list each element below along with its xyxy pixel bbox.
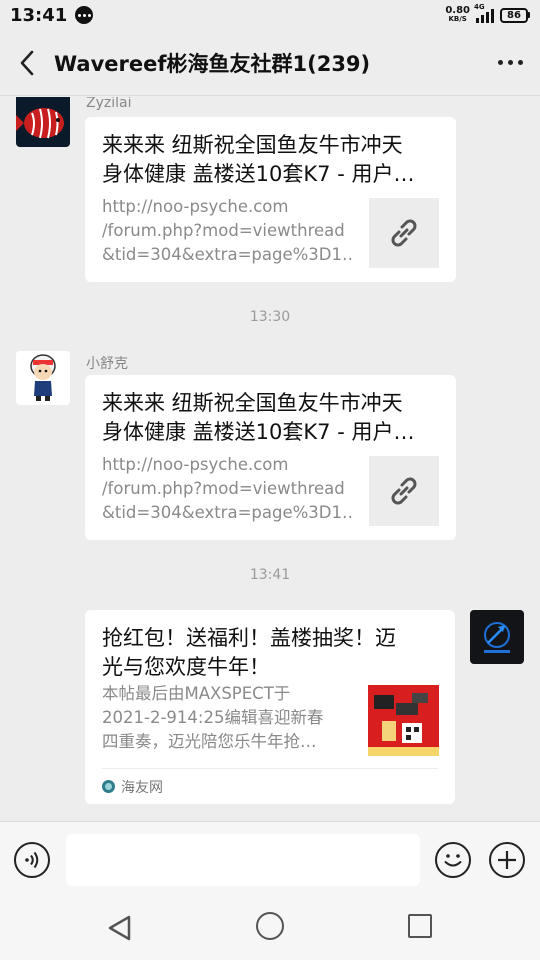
emoji-button[interactable] <box>435 842 471 878</box>
card-title-line: 来来来 纽斯祝全国鱼友牛市冲天 <box>102 133 403 157</box>
network-speed: 0.80 KB/S <box>445 6 470 24</box>
system-nav-bar <box>0 897 540 960</box>
plus-icon <box>498 851 516 869</box>
link-icon <box>391 477 417 505</box>
signal-icon: 4G <box>474 3 494 23</box>
chat-header: Wavereef彬海鱼友社群1(239) <box>0 30 540 96</box>
card-source: 海友网 <box>102 768 438 804</box>
link-thumbnail <box>369 456 439 526</box>
card-description: http://noo-psyche.com /forum.php?mod=vie… <box>102 195 352 267</box>
chat-title: Wavereef彬海鱼友社群1(239) <box>54 51 371 76</box>
nav-home-icon[interactable] <box>256 912 284 940</box>
network-type: 4G <box>474 3 485 11</box>
card-desc-line: /forum.php?mod=viewthread <box>102 479 345 498</box>
battery-icon: 86 <box>500 7 530 23</box>
network-speed-value: 0.80 <box>445 5 470 16</box>
card-title: 来来来 纽斯祝全国鱼友牛市冲天 身体健康 盖楼送10套K7 - 用户… <box>102 389 442 447</box>
voice-button[interactable] <box>14 842 50 878</box>
link-thumbnail <box>369 198 439 268</box>
link-card[interactable]: 来来来 纽斯祝全国鱼友牛市冲天 身体健康 盖楼送10套K7 - 用户… http… <box>85 375 456 540</box>
more-button[interactable] <box>480 30 540 96</box>
back-button[interactable] <box>0 30 54 96</box>
card-description: 本帖最后由MAXSPECT于 2021-2-914:25编辑喜迎新春 四重奏，迈… <box>102 682 358 754</box>
site-logo-icon <box>102 780 115 793</box>
status-time: 13:41 <box>10 4 68 26</box>
card-desc-line: http://noo-psyche.com <box>102 197 289 216</box>
card-desc-line: &tid=304&extra=page%3D1… <box>102 245 352 264</box>
sender-name: 小舒克 <box>86 356 128 372</box>
nav-recent-icon[interactable] <box>408 914 432 938</box>
card-desc-line: http://noo-psyche.com <box>102 455 289 474</box>
chevron-left-icon <box>20 50 34 75</box>
link-card[interactable]: 抢红包！送福利！盖楼抽奖！迈 光与您欢度牛年！ 本帖最后由MAXSPECT于 2… <box>85 610 455 804</box>
plus-button[interactable] <box>489 842 525 878</box>
card-title-line: 抢红包！送福利！盖楼抽奖！迈 <box>102 626 396 650</box>
card-title-line: 来来来 纽斯祝全国鱼友牛市冲天 <box>102 391 403 415</box>
nav-back-button[interactable] <box>105 913 135 943</box>
card-desc-line: &tid=304&extra=page%3D1… <box>102 503 352 522</box>
sender-name: Zyzilai <box>86 97 132 111</box>
avatar[interactable] <box>16 351 70 405</box>
message-notification-icon <box>75 6 94 24</box>
more-dots-icon <box>497 60 503 65</box>
nav-back-icon <box>108 915 131 941</box>
emoji-icon <box>444 854 462 867</box>
avatar[interactable] <box>470 610 524 664</box>
time-separator: 13:41 <box>249 567 291 583</box>
card-title: 来来来 纽斯祝全国鱼友牛市冲天 身体健康 盖楼送10套K7 - 用户… <box>102 131 442 189</box>
card-desc-line: 四重奏，迈光陪您乐牛年抢… <box>102 732 317 751</box>
card-title-line: 身体健康 盖楼送10套K7 - 用户… <box>102 420 415 444</box>
input-bar <box>0 821 540 897</box>
chat-area[interactable]: Zyzilai 来来来 纽斯祝全国鱼友牛市冲天 身体健康 盖楼送10套K7 - … <box>0 97 540 821</box>
status-indicators: 0.80 KB/S 4G 86 <box>445 3 530 24</box>
voice-icon <box>25 851 39 869</box>
link-icon <box>391 219 417 247</box>
status-bar: 13:41 0.80 KB/S 4G 86 <box>0 0 540 30</box>
card-title-line: 光与您欢度牛年！ <box>102 655 270 679</box>
message-input[interactable] <box>66 834 420 886</box>
card-title-line: 身体健康 盖楼送10套K7 - 用户… <box>102 162 415 186</box>
card-title: 抢红包！送福利！盖楼抽奖！迈 光与您欢度牛年！ <box>102 624 442 682</box>
card-desc-line: /forum.php?mod=viewthread <box>102 221 345 240</box>
card-desc-line: 2021-2-914:25编辑喜迎新春 <box>102 708 324 727</box>
time-separator: 13:30 <box>249 309 291 325</box>
link-card[interactable]: 来来来 纽斯祝全国鱼友牛市冲天 身体健康 盖楼送10套K7 - 用户… http… <box>85 117 456 282</box>
network-speed-unit: KB/S <box>448 15 467 23</box>
source-name: 海友网 <box>121 779 163 796</box>
avatar[interactable] <box>16 97 70 147</box>
card-desc-line: 本帖最后由MAXSPECT于 <box>102 684 291 703</box>
card-description: http://noo-psyche.com /forum.php?mod=vie… <box>102 453 352 525</box>
battery-level: 86 <box>500 7 528 23</box>
promo-thumbnail <box>368 685 439 756</box>
